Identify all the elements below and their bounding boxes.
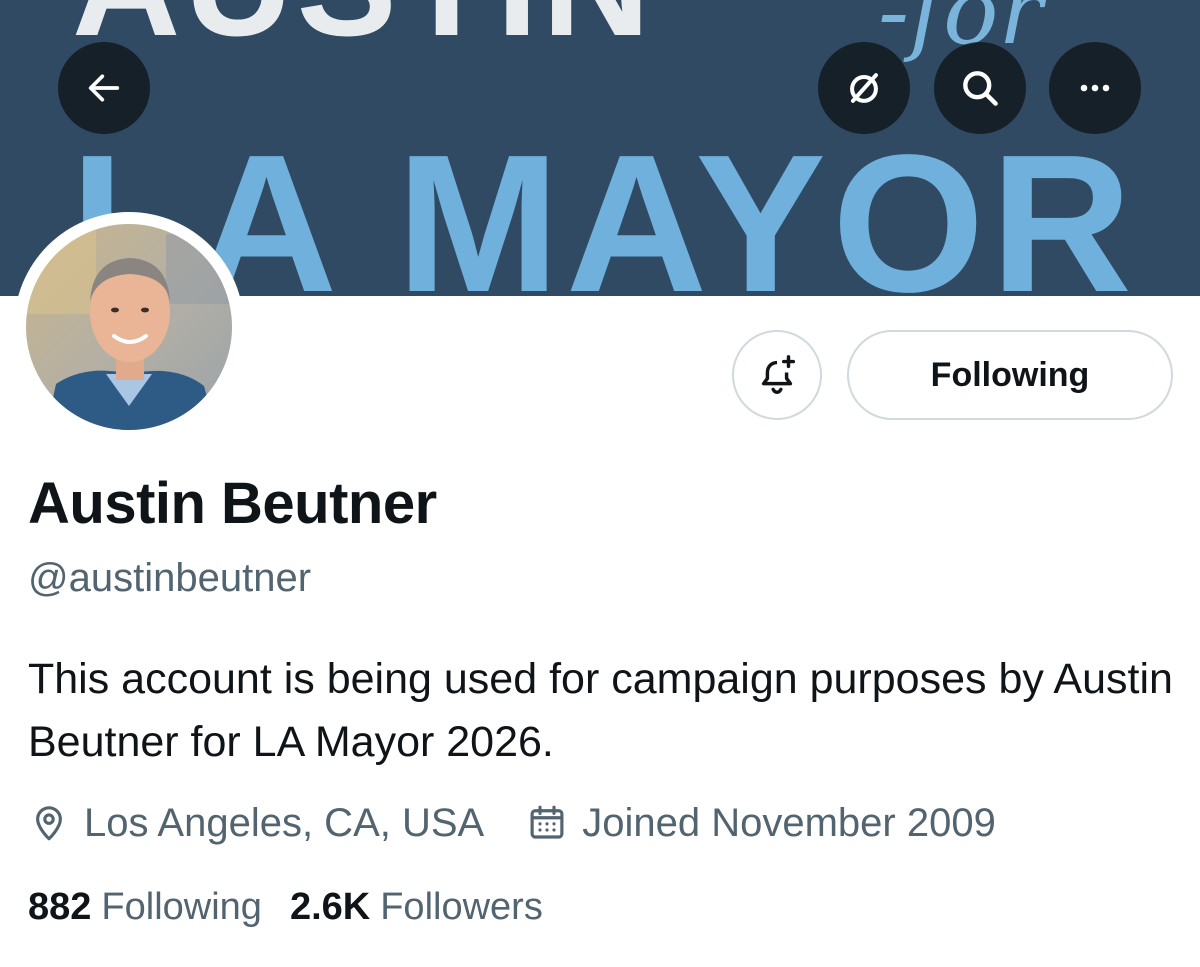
joined-text: Joined November 2009 [582,800,996,845]
avatar-photo [26,224,232,430]
followers-count: 2.6K [289,886,371,928]
calendar-icon [530,805,564,839]
notifications-button[interactable] [732,330,822,420]
arrow-left-icon [88,74,120,102]
following-label: Following [101,886,262,928]
profile-bio: This account is being used for campaign … [28,655,1173,766]
more-button[interactable] [1049,42,1141,134]
location-item: Los Angeles, CA, USA [28,801,484,846]
banner-text-austin: AUSTIN [72,0,654,58]
follow-stats: 882 Following 2.6K Followers [28,886,571,929]
profile-avatar[interactable] [14,212,244,442]
following-stat-link[interactable]: 882 Following [28,886,262,929]
following-button[interactable]: Following [847,330,1173,420]
followers-stat-link[interactable]: 2.6K Followers [290,886,543,929]
grok-button[interactable] [818,42,910,134]
followers-label: Followers [380,886,543,928]
display-name: Austin Beutner [28,471,437,536]
banner-text-la-mayor: LA MAYOR [70,114,1139,297]
search-icon [963,71,998,106]
joined-item: Joined November 2009 [526,801,996,846]
back-button[interactable] [58,42,150,134]
location-pin-icon [36,806,62,841]
username-handle: @austinbeutner [28,556,312,600]
profile-meta: Los Angeles, CA, USA Joined November 200… [28,798,1038,848]
bell-plus-icon [761,355,796,394]
more-dots-icon [1080,84,1110,92]
location-text: Los Angeles, CA, USA [84,800,485,845]
following-count: 882 [28,886,92,928]
slashed-circle-icon [850,73,878,103]
search-button[interactable] [934,42,1026,134]
